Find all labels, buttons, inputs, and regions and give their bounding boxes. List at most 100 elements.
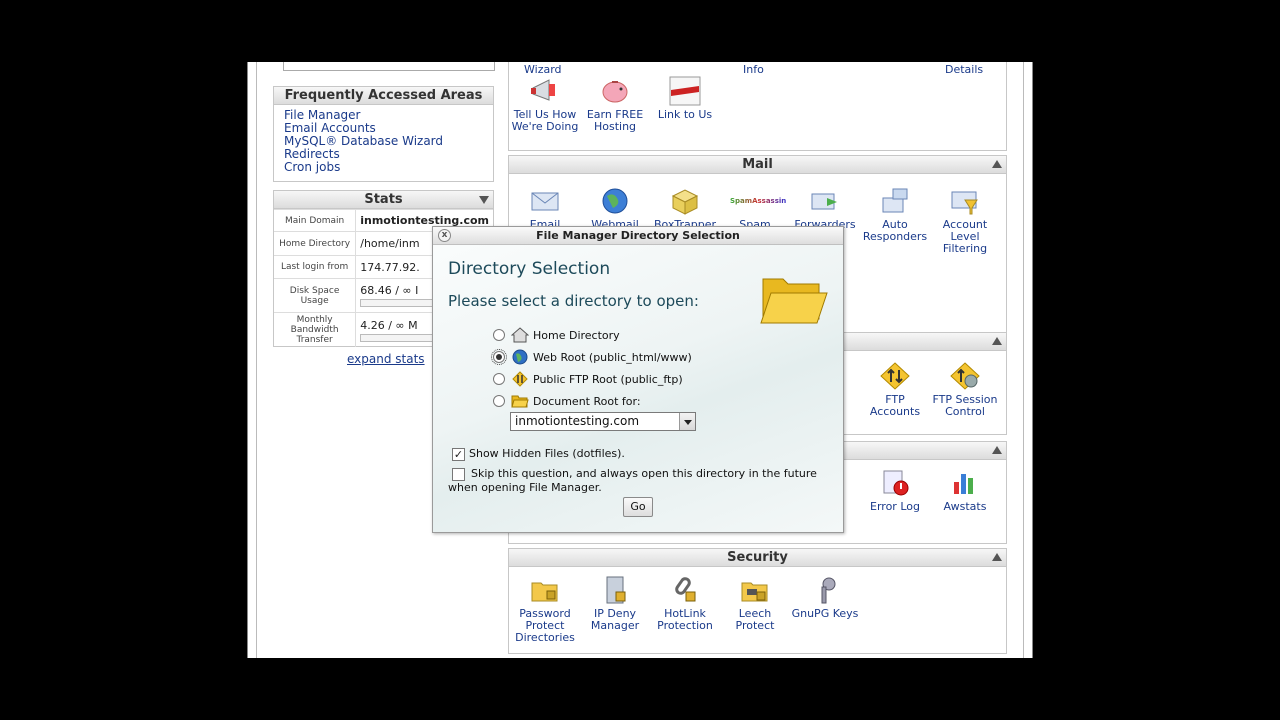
- mail-item-webmail[interactable]: Webmail: [580, 186, 650, 231]
- dialog-heading: Directory Selection: [448, 259, 611, 279]
- security-header[interactable]: Security: [509, 549, 1006, 567]
- option-web-root-label: Web Root (public_html/www): [533, 350, 692, 364]
- leech-folder-icon: [741, 582, 768, 602]
- stats-label: Monthly Bandwidth Transfer: [274, 312, 357, 347]
- security-item-password-protect-label: Password Protect Directories: [515, 607, 575, 644]
- mail-item-forwarders[interactable]: Forwarders: [790, 186, 860, 231]
- keys-icon: [821, 577, 836, 604]
- collapse-arrow-icon[interactable]: [479, 196, 489, 204]
- radio-public-ftp[interactable]: [493, 373, 505, 385]
- security-item-gnupg-label: GnuPG Keys: [791, 607, 859, 620]
- details-label[interactable]: Details: [945, 63, 983, 76]
- piggy-bank-icon: [602, 81, 628, 103]
- faa-link-cron-jobs[interactable]: Cron jobs: [284, 161, 483, 174]
- logs-item-error-log[interactable]: Error Log: [860, 468, 930, 513]
- collapse-up-icon[interactable]: [992, 337, 1002, 345]
- radio-home-directory[interactable]: [493, 329, 505, 341]
- mail-item-auto-responders[interactable]: Auto Responders: [860, 186, 930, 243]
- show-hidden-checkbox[interactable]: ✓: [452, 447, 465, 461]
- link-to-us-label: Link to Us: [657, 108, 713, 121]
- security-title: Security: [727, 550, 788, 565]
- option-web-root[interactable]: Web Root (public_html/www): [491, 349, 692, 365]
- frequently-accessed-box: Frequently Accessed Areas File Manager E…: [273, 86, 494, 182]
- security-item-ip-deny-label: IP Deny Manager: [590, 607, 640, 632]
- mail-item-email[interactable]: Email: [510, 186, 580, 231]
- collapse-up-icon[interactable]: [992, 446, 1002, 454]
- domain-select-value: inmotiontesting.com: [515, 414, 640, 428]
- error-log-icon: [883, 470, 909, 496]
- globe-mail-icon: [602, 188, 628, 214]
- awstats-icon: [954, 474, 973, 494]
- logs-item-error-log-label: Error Log: [870, 500, 920, 513]
- security-item-leech-label: Leech Protect: [735, 607, 775, 632]
- option-public-ftp[interactable]: Public FTP Root (public_ftp): [493, 371, 683, 387]
- stats-title[interactable]: Stats: [274, 191, 493, 209]
- autoresponder-icon: [882, 188, 908, 213]
- security-item-gnupg[interactable]: GnuPG Keys: [790, 575, 860, 620]
- mail-item-auto-responders-label: Auto Responders: [862, 218, 928, 243]
- option-home-directory-label: Home Directory: [533, 328, 620, 342]
- files-item-ftp-accounts[interactable]: FTP Accounts: [860, 361, 930, 418]
- show-hidden-row[interactable]: ✓ Show Hidden Files (dotfiles).: [452, 447, 625, 461]
- security-item-hotlink-label: HotLink Protection: [657, 607, 713, 632]
- file-manager-directory-dialog: x File Manager Directory Selection Direc…: [432, 226, 844, 533]
- files-item-ftp-session-label: FTP Session Control: [932, 393, 998, 418]
- disk-usage-text: 68.46 / ∞ I: [360, 284, 419, 297]
- collapse-up-icon[interactable]: [992, 160, 1002, 168]
- skip-question-row[interactable]: Skip this question, and always open this…: [448, 467, 818, 495]
- envelope-icon: [531, 192, 559, 211]
- collapse-up-icon[interactable]: [992, 553, 1002, 561]
- logs-item-awstats-label: Awstats: [943, 500, 987, 513]
- security-panel: Security Password Protect Directories IP…: [508, 548, 1007, 654]
- skip-question-checkbox[interactable]: [452, 467, 465, 481]
- dialog-prompt: Please select a directory to open:: [448, 292, 699, 310]
- security-item-password-protect[interactable]: Password Protect Directories: [510, 575, 580, 644]
- filter-mail-icon: [951, 191, 978, 215]
- radio-document-root[interactable]: [493, 395, 505, 407]
- close-icon[interactable]: x: [438, 229, 451, 242]
- wizard-label[interactable]: Wizard: [524, 63, 562, 76]
- link-banner-icon: [669, 76, 701, 106]
- logs-item-awstats[interactable]: Awstats: [930, 468, 1000, 513]
- ftp-arrows-icon: [512, 371, 528, 387]
- security-item-leech[interactable]: Leech Protect: [720, 575, 790, 632]
- ip-deny-icon: [606, 576, 626, 604]
- earn-free-hosting-label: Earn FREE Hosting: [586, 108, 644, 133]
- globe-icon: [512, 349, 528, 365]
- chevron-down-icon[interactable]: [679, 413, 695, 430]
- radio-web-root[interactable]: [491, 349, 507, 365]
- go-button[interactable]: Go: [623, 497, 653, 517]
- domain-select[interactable]: inmotiontesting.com: [510, 412, 696, 431]
- search-input-remnant[interactable]: [283, 62, 495, 71]
- tell-us-item[interactable]: Tell Us How We're Doing: [510, 76, 580, 133]
- stats-label: Home Directory: [274, 231, 357, 256]
- mail-header[interactable]: Mail: [509, 156, 1006, 174]
- home-icon: [511, 327, 529, 343]
- option-document-root[interactable]: Document Root for:: [493, 393, 641, 409]
- mail-item-boxtrapper[interactable]: BoxTrapper: [650, 186, 720, 231]
- boxtrapper-icon: [671, 189, 699, 215]
- dialog-titlebar[interactable]: x File Manager Directory Selection: [433, 227, 843, 245]
- security-item-ip-deny[interactable]: IP Deny Manager: [580, 575, 650, 632]
- mail-item-spam[interactable]: SpamAssassin Spam: [720, 186, 790, 231]
- files-item-ftp-accounts-label: FTP Accounts: [869, 393, 921, 418]
- open-folder-icon: [511, 395, 529, 408]
- mail-item-account-filtering-label: Account Level Filtering: [942, 218, 988, 255]
- ftp-session-icon: [950, 362, 980, 390]
- frequently-accessed-list: File Manager Email Accounts MySQL® Datab…: [274, 105, 493, 178]
- mail-item-account-filtering[interactable]: Account Level Filtering: [930, 186, 1000, 255]
- link-to-us-item[interactable]: Link to Us: [650, 76, 720, 121]
- expand-stats-link[interactable]: expand stats: [347, 352, 425, 366]
- stats-label: Last login from: [274, 255, 357, 279]
- frequently-accessed-title: Frequently Accessed Areas: [274, 87, 493, 105]
- tell-us-label: Tell Us How We're Doing: [511, 108, 579, 133]
- option-home-directory[interactable]: Home Directory: [493, 327, 620, 343]
- skip-question-label: Skip this question, and always open this…: [448, 467, 817, 494]
- security-item-hotlink[interactable]: HotLink Protection: [650, 575, 720, 632]
- files-item-ftp-session[interactable]: FTP Session Control: [930, 361, 1000, 418]
- option-document-root-label: Document Root for:: [533, 394, 641, 408]
- dialog-window-title: File Manager Directory Selection: [536, 229, 740, 242]
- info-label[interactable]: Info: [743, 63, 764, 76]
- earn-free-hosting-item[interactable]: Earn FREE Hosting: [580, 76, 650, 133]
- ftp-accounts-icon: [880, 362, 910, 390]
